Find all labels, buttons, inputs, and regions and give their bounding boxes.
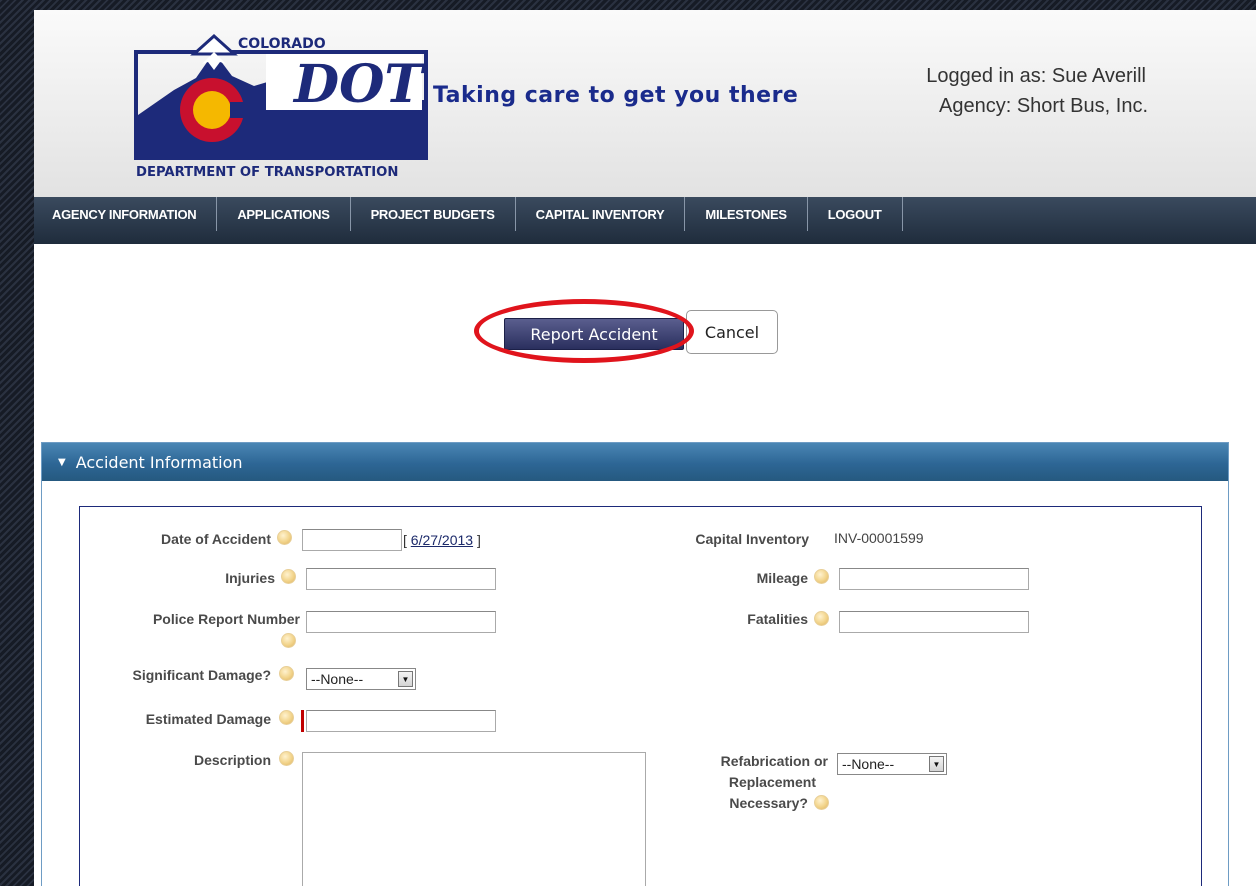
refabrication-select[interactable]: --None-- ▼ [837,753,947,775]
mileage-label: Mileage [756,570,808,586]
capital-inventory-label: Capital Inventory [695,531,809,547]
police-report-number-label: Police Report Number [152,611,300,627]
logo-dot-text: DOT [292,54,426,115]
police-report-number-input[interactable] [306,611,496,633]
help-icon[interactable] [279,666,294,681]
estimated-damage-label: Estimated Damage [145,711,271,727]
user-info: Logged in as: Sue Averill Agency: Short … [926,61,1148,121]
cancel-button[interactable]: Cancel [686,310,778,354]
injuries-label: Injuries [225,570,275,586]
main-nav: AGENCY INFORMATION APPLICATIONS PROJECT … [34,197,1256,244]
logo-top-text: COLORADO [238,36,326,52]
significant-damage-select[interactable]: --None-- ▼ [306,668,416,690]
nav-applications[interactable]: APPLICATIONS [217,197,351,231]
chevron-down-icon[interactable]: ▼ [398,671,413,687]
triangle-down-icon: ▼ [58,456,66,468]
nav-milestones[interactable]: MILESTONES [685,197,808,231]
cdot-logo: COLORADO DOT DEPARTMENT OF TRANSPORTATIO… [134,33,428,180]
chevron-down-icon[interactable]: ▼ [929,756,944,772]
section-title: Accident Information [75,452,243,472]
nav-agency-information[interactable]: AGENCY INFORMATION [34,197,218,231]
nav-capital-inventory[interactable]: CAPITAL INVENTORY [516,197,686,231]
help-icon[interactable] [814,569,829,584]
logo-bottom-text: DEPARTMENT OF TRANSPORTATION [136,165,398,180]
logged-in-text: Logged in as: Sue Averill [926,65,1146,87]
help-icon[interactable] [814,611,829,626]
nav-project-budgets[interactable]: PROJECT BUDGETS [351,197,516,231]
agency-text: Agency: Short Bus, Inc. [939,95,1148,117]
fatalities-input[interactable] [839,611,1029,633]
injuries-input[interactable] [306,568,496,590]
help-icon[interactable] [814,795,829,810]
nav-logout[interactable]: LOGOUT [808,197,903,231]
tagline: Taking care to get you there [433,83,799,108]
mileage-input[interactable] [839,568,1029,590]
refabrication-value: --None-- [842,756,895,772]
estimated-damage-input[interactable] [306,710,496,732]
date-today-link-wrapper: [ 6/27/2013 ] [403,532,481,548]
accident-information-section: ▼ Accident Information Date of Accident … [41,442,1229,886]
refabrication-label-line2: Replacement [728,774,816,790]
help-icon[interactable] [279,751,294,766]
help-icon[interactable] [277,530,292,545]
date-today-link[interactable]: 6/27/2013 [411,532,473,548]
help-icon[interactable] [279,710,294,725]
fatalities-label: Fatalities [747,611,808,627]
significant-damage-value: --None-- [311,671,364,687]
report-accident-button[interactable]: Report Accident [504,318,684,350]
refabrication-label-line1: Refabrication or [720,753,828,769]
accident-form: Date of Accident [ 6/27/2013 ] Injuries … [79,506,1202,886]
date-of-accident-input[interactable] [302,529,402,551]
description-label: Description [193,752,271,768]
bracket-open: [ [403,532,411,548]
bracket-close: ] [473,532,481,548]
date-of-accident-label: Date of Accident [161,531,271,547]
page: COLORADO DOT DEPARTMENT OF TRANSPORTATIO… [34,10,1256,886]
description-textarea[interactable] [302,752,646,886]
header: COLORADO DOT DEPARTMENT OF TRANSPORTATIO… [34,10,1256,197]
required-indicator [301,710,304,732]
section-header[interactable]: ▼ Accident Information [42,443,1228,481]
help-icon[interactable] [281,569,296,584]
help-icon[interactable] [281,633,296,648]
refabrication-label-line3: Necessary? [729,795,808,811]
capital-inventory-value: INV-00001599 [834,530,924,546]
significant-damage-label: Significant Damage? [132,667,271,683]
